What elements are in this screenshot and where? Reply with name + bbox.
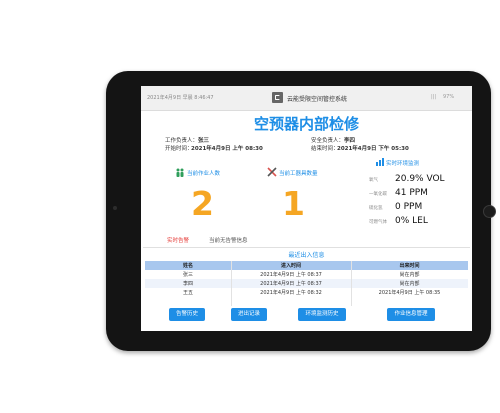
leader-label: 工作负责人： (165, 138, 199, 144)
divider (143, 247, 470, 248)
battery-level: 97% (443, 94, 455, 100)
end-time-label: 结束时间： (311, 146, 339, 152)
screen: 2021年4月9日 早晨 8:46:47 云能受限空间管控系统 ||| 97% … (141, 86, 472, 331)
column-divider (351, 261, 352, 306)
start-time-label: 开始时间： (165, 146, 193, 152)
exit-records-button[interactable]: 进出记录 (231, 308, 267, 321)
leader-value: 张三 (198, 138, 210, 144)
page-title: 空预器内部检修 (253, 115, 359, 133)
wifi-icon: ||| (431, 94, 437, 100)
co-label: 一氧化碳 (369, 192, 387, 197)
workers-label: 当前作业人数 (187, 171, 221, 177)
tools-label: 当前工器具数量 (279, 171, 318, 177)
app-logo-icon (272, 92, 283, 103)
co-value: 41 PPM (395, 188, 428, 198)
h2s-value: 0 PPM (395, 202, 423, 212)
column-header: 进入时间 (280, 263, 301, 269)
tools-icon (267, 167, 277, 177)
table-cell: 王五 (182, 290, 193, 296)
table-header: 姓名 进入时间 出来时间 (145, 261, 468, 270)
table-cell: 2021年4月9日 上午 08:37 (260, 272, 322, 278)
table-row[interactable]: 李四 2021年4月9日 上午 08:37 尚在内部 (145, 279, 468, 288)
realtime-alarm-tab[interactable]: 实时告警 (167, 236, 189, 244)
safety-label: 安全负责人： (311, 138, 345, 144)
status-datetime: 2021年4月9日 早晨 8:46:47 (147, 95, 214, 101)
table-cell: 2021年4月9日 上午 08:35 (378, 290, 441, 296)
status-bar: 2021年4月9日 早晨 8:46:47 云能受限空间管控系统 ||| 97% (141, 86, 472, 111)
table-row[interactable]: 张三 2021年4月9日 上午 08:37 尚在内部 (145, 270, 468, 279)
column-divider (231, 261, 232, 306)
table-cell: 尚在内部 (399, 272, 420, 278)
table-cell: 尚在内部 (399, 281, 420, 287)
app-name: 云能受限空间管控系统 (287, 96, 348, 103)
table-cell: 2021年4月9日 上午 08:32 (260, 290, 322, 296)
env-history-button[interactable]: 环境监测历史 (298, 308, 346, 321)
alarm-history-button[interactable]: 告警历史 (169, 308, 205, 321)
home-button[interactable] (483, 205, 496, 218)
table-cell: 张三 (182, 272, 193, 278)
chart-icon (376, 158, 384, 166)
oxygen-value: 20.9% VOL (395, 174, 445, 184)
table-cell: 李四 (182, 281, 193, 287)
combustible-label: 可燃气体 (369, 220, 387, 225)
oxygen-label: 氧气 (369, 178, 378, 183)
alarm-message: 当前无告警信息 (209, 238, 248, 244)
job-info-button[interactable]: 作业信息管理 (387, 308, 435, 321)
table-cell: 2021年4月9日 上午 08:37 (260, 281, 322, 287)
start-time-value: 2021年4月9日 上午 08:30 (191, 146, 263, 152)
column-header: 出来时间 (399, 263, 420, 269)
end-time-value: 2021年4月9日 下午 05:30 (337, 146, 409, 152)
people-icon (176, 168, 184, 177)
workers-count: 2 (191, 184, 214, 223)
h2s-label: 硫化氢 (369, 206, 383, 211)
column-header: 姓名 (182, 263, 193, 269)
front-camera (113, 206, 117, 210)
combustible-value: 0% LEL (395, 216, 428, 226)
env-monitor-title: 实时环境监测 (386, 161, 420, 167)
safety-value: 李四 (344, 138, 356, 144)
table-row[interactable]: 王五 2021年4月9日 上午 08:32 2021年4月9日 上午 08:35 (145, 288, 468, 297)
records-title: 最近出入信息 (288, 252, 325, 259)
tools-count: 1 (282, 184, 305, 223)
